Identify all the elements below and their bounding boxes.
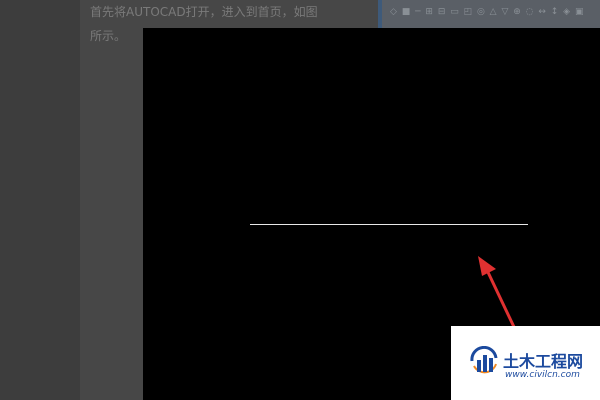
- brand-name: 土木工程网: [503, 352, 584, 371]
- watermark-logo: 土木工程网 www.civilcn.com: [451, 326, 600, 400]
- civilcn-logo-icon: [470, 346, 498, 374]
- brand-url: www.civilcn.com: [505, 370, 580, 380]
